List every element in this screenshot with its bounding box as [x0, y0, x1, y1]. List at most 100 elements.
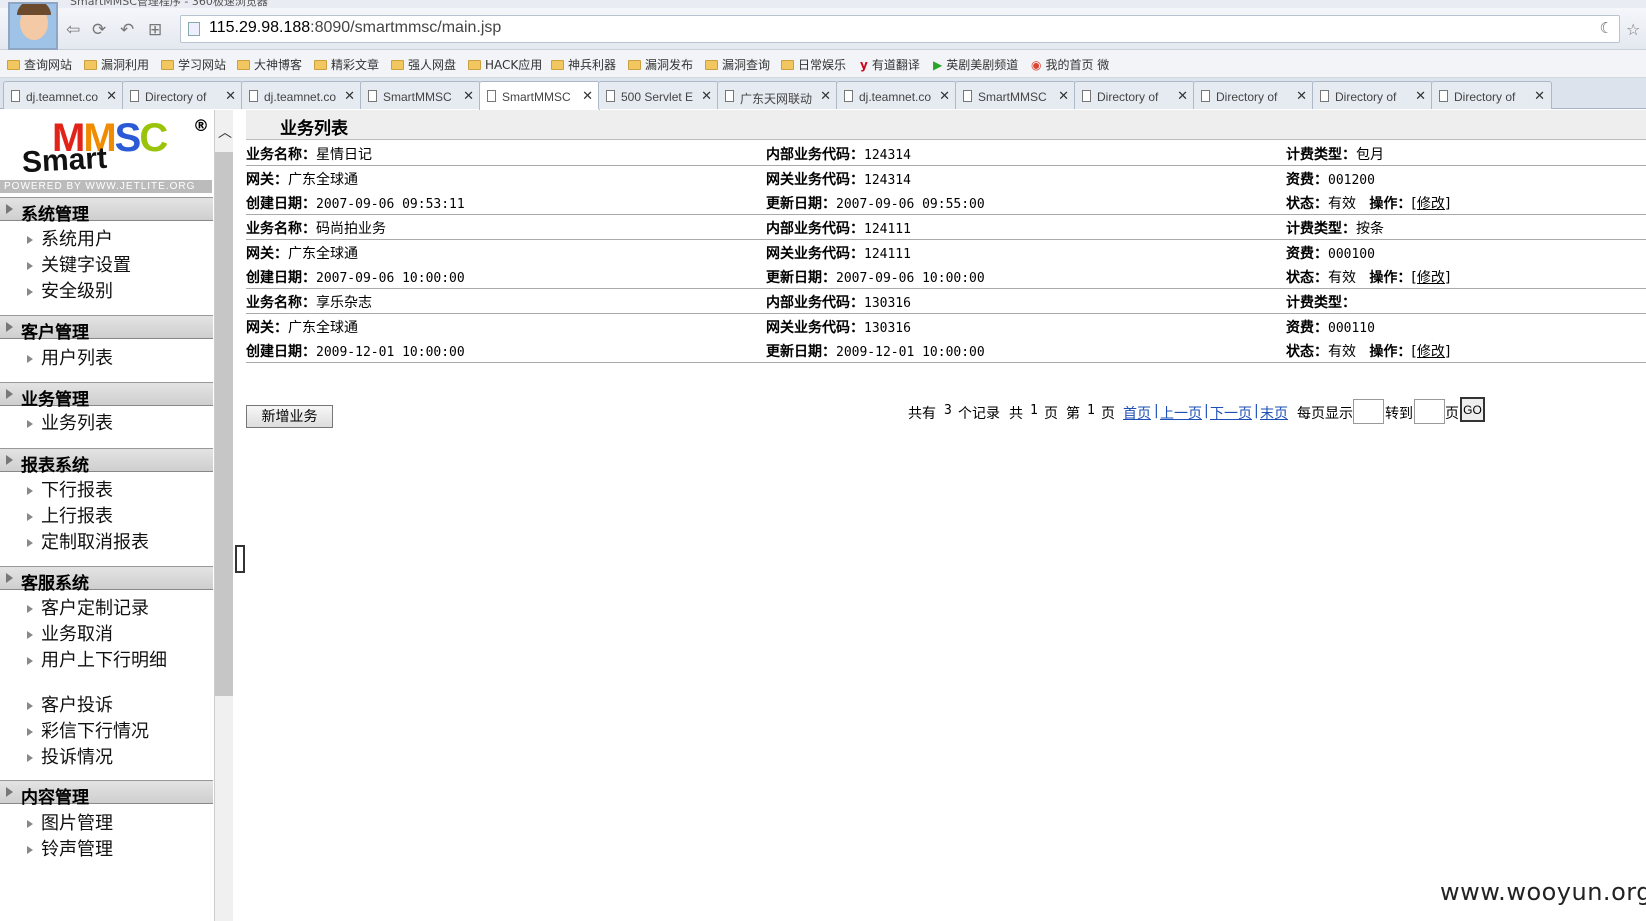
compat-mode-icon[interactable]: ☾: [1600, 19, 1613, 37]
browser-tab[interactable]: SmartMMSC ✕: [360, 81, 481, 109]
sidebar-menu-item[interactable]: 投诉情况: [20, 747, 210, 769]
pager-next-link[interactable]: 下一页: [1210, 403, 1252, 423]
close-icon[interactable]: ✕: [820, 88, 831, 104]
pager-divider: |: [1254, 403, 1259, 419]
back-icon[interactable]: ⇦: [66, 20, 80, 40]
reload-icon[interactable]: ⟳: [92, 20, 106, 40]
close-icon[interactable]: ✕: [1415, 88, 1426, 104]
pager-last-link[interactable]: 末页: [1260, 403, 1288, 423]
field-gateway_code: 网关业务代码：124314: [766, 169, 911, 189]
bookmark-item[interactable]: 精彩文章: [314, 56, 379, 73]
address-text[interactable]: 115.29.98.188:8090/smartmmsc/main.jsp: [209, 19, 501, 37]
sidebar-menu-item[interactable]: 关键字设置: [20, 255, 210, 277]
bookmark-item[interactable]: 查询网站: [7, 56, 72, 73]
sidebar-scrollbar[interactable]: ︿: [215, 110, 233, 921]
goto-page-input[interactable]: [1414, 399, 1445, 424]
undo-icon[interactable]: ↶: [120, 20, 134, 40]
close-icon[interactable]: ✕: [463, 88, 474, 104]
browser-tab[interactable]: SmartMMSC ✕: [955, 81, 1076, 109]
close-icon[interactable]: ✕: [344, 88, 355, 104]
bullet-triangle-icon: [27, 487, 33, 495]
sidebar-menu-item[interactable]: 下行报表: [20, 480, 210, 502]
bookmark-item[interactable]: 漏洞利用: [84, 56, 149, 73]
bookmark-item[interactable]: 漏洞查询: [705, 56, 770, 73]
browser-tab[interactable]: dj.teamnet.co ✕: [836, 81, 957, 109]
menu-section-header[interactable]: 客服系统: [0, 566, 213, 594]
menu-section-header[interactable]: 业务管理: [0, 382, 213, 410]
browser-tab[interactable]: SmartMMSC ✕: [479, 81, 600, 110]
browser-tab[interactable]: 广东天网联动 ✕: [717, 81, 838, 109]
browser-tab[interactable]: Directory of ✕: [1193, 81, 1314, 109]
close-icon[interactable]: ✕: [701, 88, 712, 104]
browser-tab[interactable]: Directory of ✕: [1312, 81, 1433, 109]
bookmark-label: 漏洞发布: [645, 58, 694, 72]
bookmark-item[interactable]: y 有道翻译: [860, 56, 920, 73]
sidebar-menu-item[interactable]: 用户上下行明细: [20, 650, 210, 672]
sidebar-menu-item[interactable]: 彩信下行情况: [20, 721, 210, 743]
modify-link[interactable]: [修改]: [1411, 270, 1450, 286]
menu-section-header[interactable]: 报表系统: [0, 448, 213, 476]
bookmark-item[interactable]: ◉ 我的首页 微: [1031, 56, 1109, 73]
field-name: 业务名称：星情日记: [246, 144, 372, 164]
business-record-row: 网关：广东全球通 网关业务代码：130316 资费：000110: [246, 313, 1646, 339]
sidebar-menu-item[interactable]: 客户定制记录: [20, 598, 210, 620]
frame-splitter-handle[interactable]: [235, 545, 245, 573]
close-icon[interactable]: ✕: [582, 88, 593, 104]
bookmark-item[interactable]: 学习网站: [161, 56, 226, 73]
close-icon[interactable]: ✕: [225, 88, 236, 104]
close-icon[interactable]: ✕: [1058, 88, 1069, 104]
sidebar-menu-item[interactable]: 上行报表: [20, 506, 210, 528]
sidebar-menu-item[interactable]: 业务列表: [20, 413, 210, 435]
close-icon[interactable]: ✕: [939, 88, 950, 104]
tab-label: SmartMMSC: [502, 90, 571, 104]
bookmark-item[interactable]: HACK应用: [468, 56, 542, 73]
browser-tab[interactable]: Directory of ✕: [1431, 81, 1552, 109]
menu-section-header[interactable]: 客户管理: [0, 315, 213, 343]
menu-item-label: 图片管理: [41, 813, 113, 834]
folder-icon: [781, 60, 794, 70]
modify-link[interactable]: [修改]: [1411, 196, 1450, 212]
pager-prev-link[interactable]: 上一页: [1160, 403, 1202, 423]
close-icon[interactable]: ✕: [106, 88, 117, 104]
pager-page-suffix: 页: [1101, 406, 1115, 422]
pager-pages: 1: [1030, 403, 1038, 418]
sidebar-menu-item[interactable]: 定制取消报表: [20, 532, 210, 554]
sidebar-menu-item[interactable]: 系统用户: [20, 229, 210, 251]
close-icon[interactable]: ✕: [1177, 88, 1188, 104]
sidebar-menu-item[interactable]: 客户投诉: [20, 695, 210, 717]
browser-tab[interactable]: Directory of ✕: [1074, 81, 1195, 109]
sidebar-menu-item[interactable]: 铃声管理: [20, 839, 210, 861]
browser-tab[interactable]: dj.teamnet.co ✕: [241, 81, 362, 109]
grid-icon[interactable]: ⊞: [148, 20, 162, 40]
star-icon[interactable]: ☆: [1626, 20, 1640, 39]
sidebar-menu-item[interactable]: 业务取消: [20, 624, 210, 646]
per-page-input[interactable]: [1353, 399, 1384, 424]
browser-tab[interactable]: 500 Servlet E ✕: [598, 81, 719, 109]
bullet-triangle-icon: [27, 420, 33, 428]
add-business-button[interactable]: 新增业务: [246, 405, 333, 428]
go-button[interactable]: GO: [1460, 397, 1485, 422]
modify-link[interactable]: [修改]: [1411, 344, 1450, 360]
browser-tab[interactable]: dj.teamnet.co ✕: [3, 81, 124, 109]
scroll-up-icon[interactable]: ︿: [218, 122, 232, 142]
bookmark-item[interactable]: ▶ 英剧美剧频道: [933, 56, 1018, 73]
sidebar-menu-item[interactable]: 用户列表: [20, 348, 210, 370]
bookmark-item[interactable]: 大神博客: [237, 56, 302, 73]
sidebar-menu-item[interactable]: 安全级别: [20, 281, 210, 303]
sidebar-menu-item[interactable]: 图片管理: [20, 813, 210, 835]
bookmark-item[interactable]: 神兵利器: [551, 56, 616, 73]
field-label: 资费：: [1286, 246, 1328, 262]
pager-first-link[interactable]: 首页: [1123, 403, 1151, 423]
address-bar[interactable]: 115.29.98.188:8090/smartmmsc/main.jsp ☾: [180, 15, 1620, 43]
menu-section-header[interactable]: 系统管理: [0, 197, 213, 225]
menu-section-header[interactable]: 内容管理: [0, 780, 213, 808]
user-avatar[interactable]: [8, 2, 58, 50]
bookmark-item[interactable]: 强人网盘: [391, 56, 456, 73]
bookmark-item[interactable]: 日常娱乐: [781, 56, 846, 73]
scrollbar-track[interactable]: [215, 152, 233, 696]
close-icon[interactable]: ✕: [1534, 88, 1545, 104]
close-icon[interactable]: ✕: [1296, 88, 1307, 104]
field-value: 包月: [1356, 147, 1384, 163]
bookmark-item[interactable]: 漏洞发布: [628, 56, 693, 73]
browser-tab[interactable]: Directory of ✕: [122, 81, 243, 109]
